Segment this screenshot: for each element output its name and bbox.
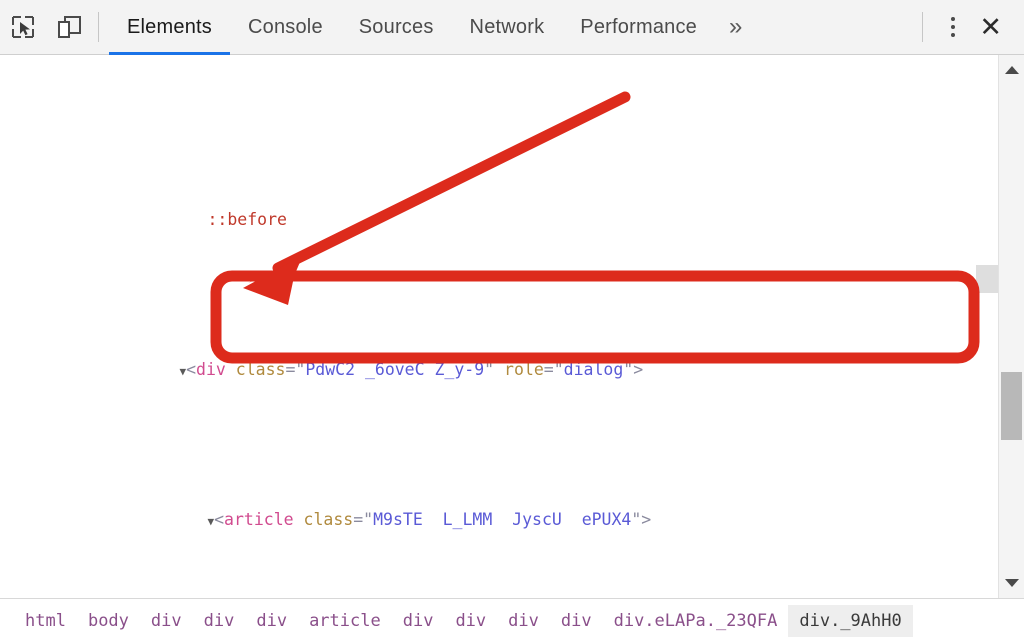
attr-value: PdwC2 _6oveC Z_y-9 — [305, 360, 485, 379]
devtools-toolbar: Elements Console Sources Network Perform… — [0, 0, 1024, 55]
breadcrumb-item-div-elapa[interactable]: div.eLAPa._23QFA — [603, 605, 789, 637]
dom-row[interactable]: ▼<div class="PdwC2 _6oveC Z_y-9" role="d… — [0, 325, 984, 379]
breadcrumb-item-div-4[interactable]: div — [392, 605, 445, 637]
tab-console-label: Console — [247, 15, 323, 38]
breadcrumb: html body div div div article div div di… — [0, 598, 1024, 642]
attr-name: class — [303, 510, 354, 529]
kebab-menu-icon[interactable] — [937, 7, 969, 47]
dom-tree-pane[interactable]: ::before ▼<div class="PdwC2 _6oveC Z_y-9… — [0, 55, 1024, 598]
toolbar-divider — [98, 12, 99, 42]
breadcrumb-item-html[interactable]: html — [14, 605, 77, 637]
more-tabs-chevron-icon[interactable]: » — [715, 0, 756, 55]
tag-name: div — [196, 360, 226, 379]
close-icon[interactable]: ✕ — [969, 8, 1024, 47]
devtools-window: Elements Console Sources Network Perform… — [0, 0, 1024, 642]
tab-sources-label: Sources — [358, 15, 434, 38]
tab-network[interactable]: Network — [452, 0, 563, 55]
breadcrumb-item-body[interactable]: body — [77, 605, 140, 637]
tab-performance[interactable]: Performance — [562, 0, 715, 55]
breadcrumb-item-div-7[interactable]: div — [550, 605, 603, 637]
breadcrumb-item-div-2[interactable]: div — [193, 605, 246, 637]
breadcrumb-item-div-3[interactable]: div — [245, 605, 298, 637]
device-toolbar-icon[interactable] — [46, 4, 92, 50]
breadcrumb-item-div-1[interactable]: div — [140, 605, 193, 637]
vertical-scrollbar[interactable] — [998, 55, 1024, 598]
scroll-up-arrow-icon[interactable] — [999, 57, 1024, 83]
attr-name: class — [235, 360, 286, 379]
scroll-down-arrow-icon[interactable] — [999, 570, 1024, 596]
pseudo-element-label: ::before — [207, 210, 287, 229]
breadcrumb-item-article[interactable]: article — [298, 605, 392, 637]
tab-console[interactable]: Console — [230, 0, 341, 55]
breadcrumb-item-div-9ahh0[interactable]: div._9AhH0 — [788, 604, 913, 637]
breadcrumb-item-div-6[interactable]: div — [497, 605, 550, 637]
tab-elements-label: Elements — [127, 15, 212, 38]
scroll-thumb[interactable] — [1001, 372, 1022, 440]
tab-network-label: Network — [469, 15, 545, 38]
dom-row[interactable]: ::before — [0, 175, 984, 229]
dom-tree: ::before ▼<div class="PdwC2 _6oveC Z_y-9… — [0, 55, 984, 598]
dom-row[interactable]: ▼<article class="M9sTE L_LMM JyscU ePUX4… — [0, 475, 984, 529]
inspect-cursor-icon[interactable] — [0, 4, 46, 50]
breadcrumb-item-div-5[interactable]: div — [444, 605, 497, 637]
attr-value: dialog — [563, 360, 624, 379]
tag-name: article — [224, 510, 294, 529]
attr-value: M9sTE L_LMM JyscU ePUX4 — [373, 510, 632, 529]
tab-performance-label: Performance — [580, 15, 697, 38]
toolbar-right-group: ✕ — [916, 0, 1024, 55]
panel-tabs: Elements Console Sources Network Perform… — [109, 0, 756, 55]
toolbar-divider-right — [922, 12, 924, 42]
scrollbar-corner — [976, 265, 998, 293]
attr-name: role — [504, 360, 544, 379]
tab-sources[interactable]: Sources — [341, 0, 452, 55]
tab-elements[interactable]: Elements — [109, 0, 230, 55]
